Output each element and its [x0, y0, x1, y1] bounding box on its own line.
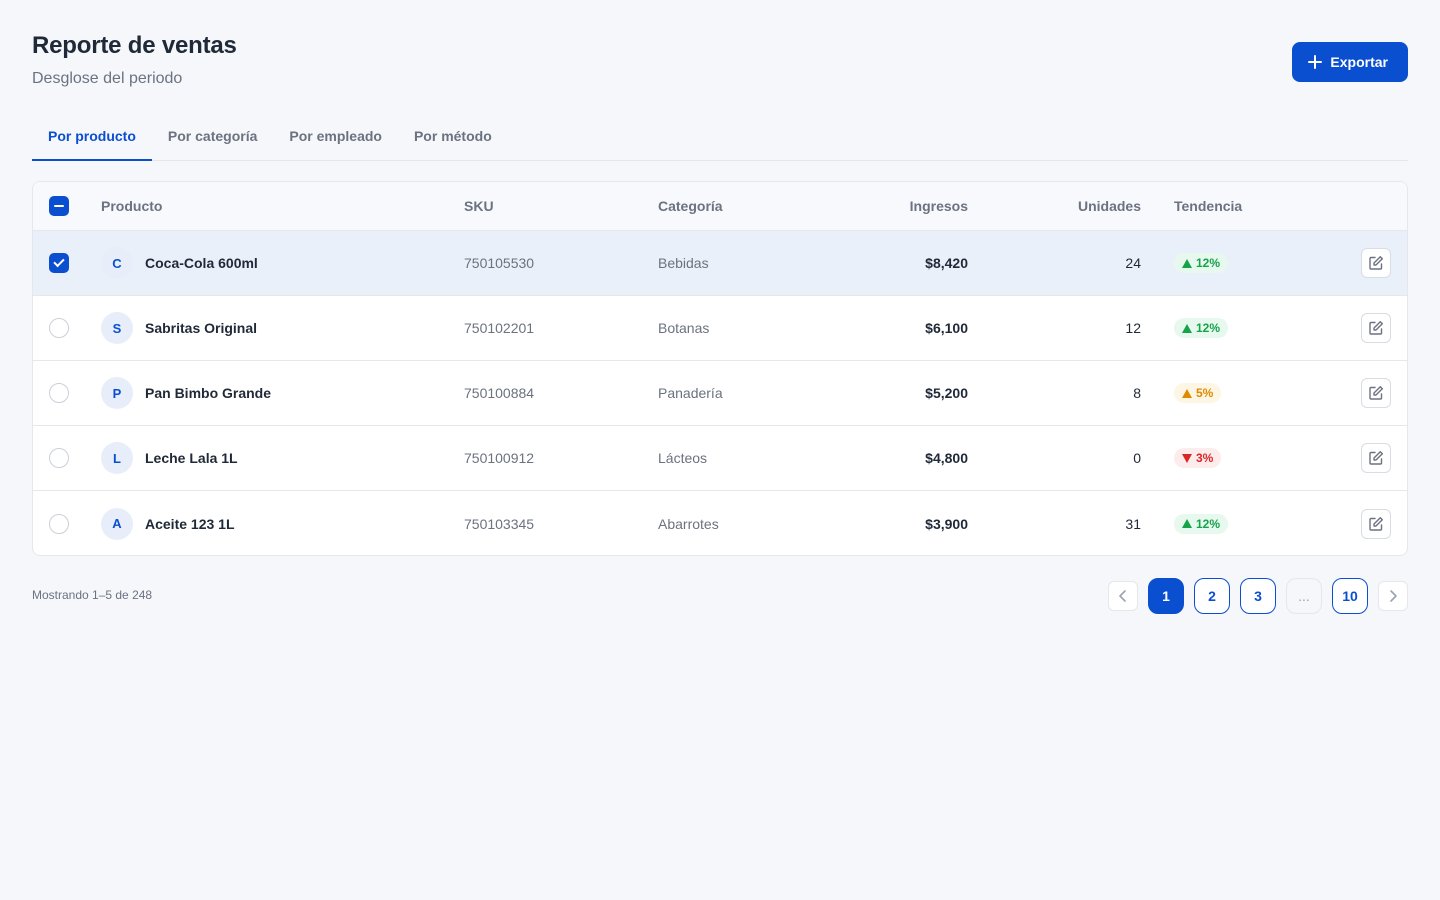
trend-up-icon	[1182, 388, 1192, 398]
pagination: 1 2 3 ... 10	[1108, 578, 1408, 614]
trend-badge: 3%	[1174, 448, 1222, 468]
product-avatar: A	[101, 507, 133, 540]
product-revenue: $5,200	[925, 385, 968, 401]
row-checkbox[interactable]	[49, 448, 69, 468]
product-name: Leche Lala 1L	[145, 450, 238, 466]
trend-badge: 12%	[1174, 318, 1229, 338]
product-units: 0	[1133, 450, 1141, 466]
tab-por-categoria[interactable]: Por categoría	[152, 116, 273, 160]
product-category: Abarrotes	[658, 515, 719, 532]
product-revenue: $8,420	[925, 255, 968, 271]
tab-por-metodo[interactable]: Por método	[398, 116, 508, 160]
trend-up-icon	[1182, 258, 1192, 268]
sales-table: Producto SKU Categoría Ingresos Unidades…	[32, 181, 1408, 556]
column-header-product[interactable]: Producto	[101, 182, 441, 230]
edit-button[interactable]	[1361, 508, 1391, 539]
plus-icon	[1308, 55, 1323, 69]
chevron-right-icon	[1390, 590, 1397, 602]
row-checkbox[interactable]	[49, 513, 69, 534]
edit-button[interactable]	[1361, 443, 1391, 473]
select-all-checkbox[interactable]	[49, 196, 69, 216]
edit-icon	[1369, 451, 1383, 465]
column-header-category[interactable]: Categoría	[658, 182, 818, 230]
minus-icon	[54, 205, 64, 207]
trend-badge: 12%	[1174, 253, 1229, 273]
export-button[interactable]: Exportar	[1292, 42, 1408, 82]
edit-button[interactable]	[1361, 248, 1391, 278]
product-units: 8	[1133, 385, 1141, 401]
product-sku: 750100884	[464, 385, 535, 401]
product-name: Sabritas Original	[145, 320, 258, 336]
page-button-2[interactable]: 2	[1194, 578, 1230, 614]
trend-down-icon	[1182, 453, 1192, 463]
trend-up-icon	[1182, 323, 1192, 333]
product-name: Pan Bimbo Grande	[145, 385, 272, 401]
column-header-units[interactable]: Unidades	[993, 182, 1141, 230]
check-icon	[53, 255, 65, 268]
edit-icon	[1369, 321, 1383, 335]
product-sku: 750105530	[464, 255, 535, 271]
product-sku: 750100912	[464, 450, 535, 466]
product-revenue: $6,100	[925, 320, 968, 336]
trend-up-icon	[1182, 519, 1192, 528]
prev-page-button[interactable]	[1108, 581, 1138, 611]
row-checkbox[interactable]	[49, 383, 69, 403]
product-revenue: $3,900	[925, 515, 968, 532]
row-checkbox[interactable]	[49, 318, 69, 338]
page-button-1[interactable]: 1	[1148, 578, 1184, 614]
page-title: Reporte de ventas	[32, 32, 237, 59]
table-row[interactable]: A Aceite 123 1L 750103345 Abarrotes $3,9…	[33, 491, 1407, 555]
product-avatar: P	[101, 377, 133, 409]
tab-por-empleado[interactable]: Por empleado	[273, 116, 398, 160]
product-name: Coca-Cola 600ml	[145, 255, 258, 271]
edit-icon	[1369, 256, 1383, 270]
chevron-left-icon	[1119, 590, 1126, 602]
product-units: 12	[1125, 320, 1141, 336]
table-row[interactable]: P Pan Bimbo Grande 750100884 Panadería $…	[33, 361, 1407, 426]
product-units: 31	[1125, 515, 1141, 532]
page-button-10[interactable]: 10	[1332, 578, 1368, 614]
row-checkbox[interactable]	[49, 253, 69, 273]
product-name: Aceite 123 1L	[145, 515, 235, 532]
product-category: Botanas	[658, 320, 710, 336]
report-tabs: Por producto Por categoría Por empleado …	[32, 116, 1408, 161]
tab-por-producto[interactable]: Por producto	[32, 116, 152, 161]
trend-badge: 12%	[1174, 513, 1229, 534]
product-sku: 750103345	[464, 515, 535, 532]
export-button-label: Exportar	[1330, 54, 1388, 70]
table-row[interactable]: S Sabritas Original 750102201 Botanas $6…	[33, 296, 1407, 361]
edit-button[interactable]	[1361, 378, 1391, 408]
page-ellipsis: ...	[1286, 578, 1322, 614]
product-avatar: C	[101, 247, 133, 279]
page-header: Reporte de ventas Desglose del periodo	[32, 32, 237, 88]
product-avatar: S	[101, 312, 133, 344]
table-row[interactable]: L Leche Lala 1L 750100912 Lácteos $4,800…	[33, 426, 1407, 491]
column-header-sku[interactable]: SKU	[464, 182, 644, 230]
product-category: Panadería	[658, 385, 723, 401]
next-page-button[interactable]	[1378, 581, 1408, 611]
product-category: Lácteos	[658, 450, 708, 466]
edit-icon	[1369, 386, 1383, 400]
table-row[interactable]: C Coca-Cola 600ml 750105530 Bebidas $8,4…	[33, 231, 1407, 296]
edit-button[interactable]	[1361, 313, 1391, 343]
page-subtitle: Desglose del periodo	[32, 70, 183, 87]
page-button-3[interactable]: 3	[1240, 578, 1276, 614]
column-header-revenue[interactable]: Ingresos	[833, 182, 968, 230]
product-sku: 750102201	[464, 320, 535, 336]
table-header-row: Producto SKU Categoría Ingresos Unidades…	[33, 182, 1407, 231]
product-avatar: L	[101, 442, 133, 474]
column-header-trend[interactable]: Tendencia	[1174, 182, 1294, 230]
edit-icon	[1369, 516, 1383, 531]
product-units: 24	[1125, 255, 1141, 271]
pagination-summary: Mostrando 1–5 de 248	[32, 588, 153, 602]
product-revenue: $4,800	[925, 450, 968, 466]
trend-badge: 5%	[1174, 383, 1222, 403]
product-category: Bebidas	[658, 255, 709, 271]
